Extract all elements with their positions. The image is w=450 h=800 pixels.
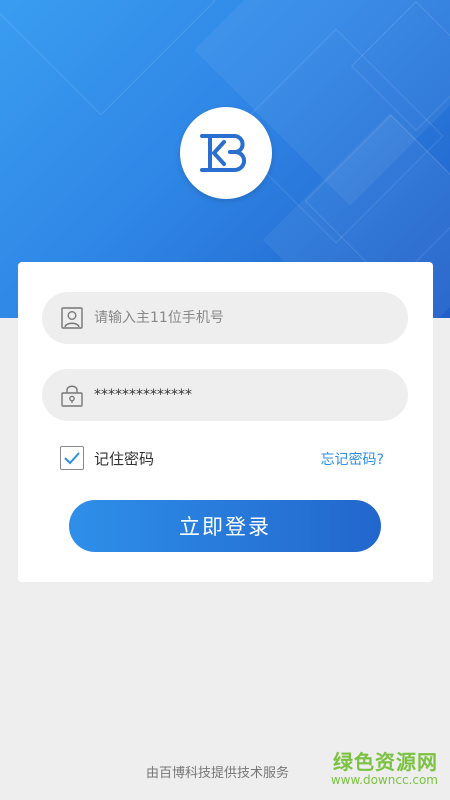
remember-password[interactable]: 记住密码	[60, 446, 154, 470]
phone-input[interactable]	[94, 310, 354, 326]
checkmark-icon	[64, 452, 80, 465]
login-card: 记住密码 忘记密码? 立即登录	[18, 262, 433, 582]
remember-label: 记住密码	[94, 449, 155, 468]
password-field[interactable]	[42, 369, 408, 421]
app-logo	[180, 107, 272, 199]
password-input[interactable]	[94, 387, 354, 403]
remember-checkbox[interactable]	[60, 446, 84, 470]
watermark: 绿色资源网 www.downcc.com	[331, 746, 438, 787]
kb-logo-icon	[200, 134, 246, 172]
user-icon	[60, 306, 84, 330]
watermark-url: www.downcc.com	[330, 773, 438, 787]
forgot-password-link[interactable]: 忘记密码?	[321, 449, 384, 469]
lock-icon	[60, 383, 84, 407]
background-pattern	[0, 0, 216, 116]
watermark-title: 绿色资源网	[333, 750, 438, 774]
footer-provider-text: 由百博科技提供技术服务	[146, 766, 290, 781]
phone-field[interactable]	[42, 292, 408, 344]
login-button[interactable]: 立即登录	[69, 500, 381, 552]
